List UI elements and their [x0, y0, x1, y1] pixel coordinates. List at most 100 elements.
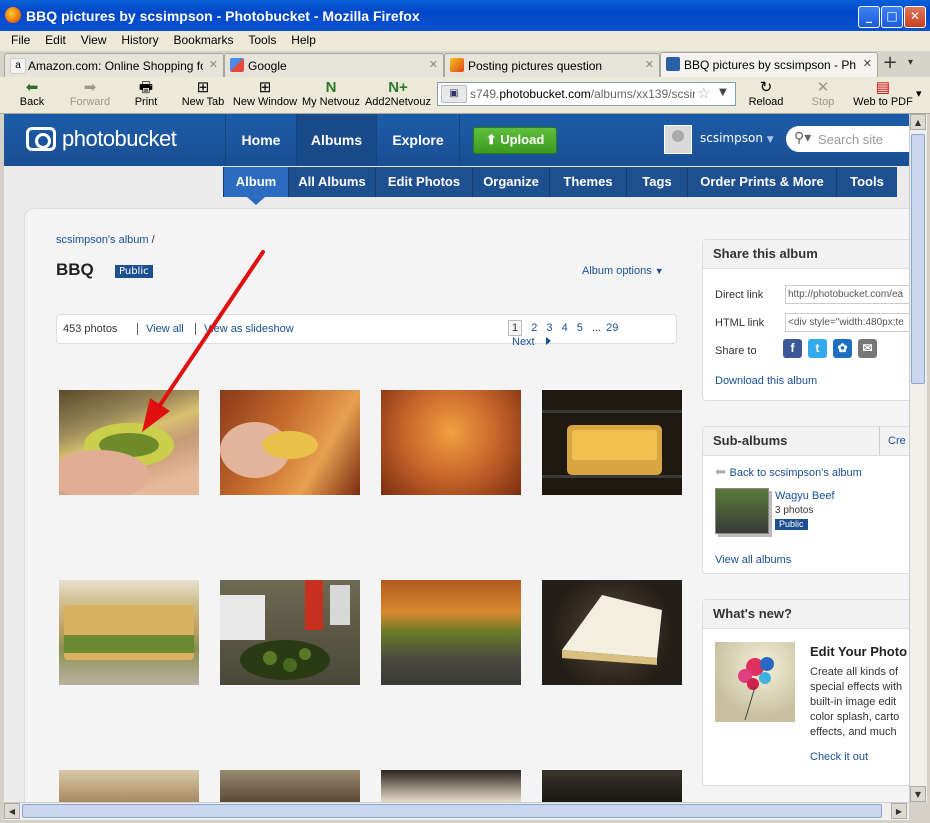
create-subalbum-link[interactable]: Cre — [879, 427, 906, 455]
view-all-albums-link[interactable]: View all albums — [715, 554, 791, 566]
tab-close-icon[interactable]: ✕ — [645, 58, 654, 71]
tab-close-icon[interactable]: ✕ — [209, 58, 218, 71]
menu-tools[interactable]: Tools — [248, 33, 276, 47]
subnav-organize[interactable]: Organize — [472, 167, 549, 197]
tab-list-chevron-icon[interactable]: ▾ — [908, 57, 913, 68]
whats-new-box: What's new? Edit Your Photo Create all k… — [702, 599, 909, 786]
vertical-scrollbar[interactable]: ▲ ▼ — [909, 114, 927, 802]
scroll-down-arrow-icon[interactable]: ▼ — [910, 786, 926, 802]
tab-photobucket[interactable]: BBQ pictures by scsimpson - Photo... ✕ — [660, 52, 878, 78]
subnav-edit-photos[interactable]: Edit Photos — [375, 167, 472, 197]
tab-amazon[interactable]: a Amazon.com: Online Shopping for ... ✕ — [4, 53, 224, 77]
tab-google[interactable]: Google ✕ — [224, 53, 444, 77]
bookmark-star-icon[interactable]: ☆ — [697, 84, 710, 102]
user-menu[interactable]: scsimpson ▼ — [700, 131, 774, 145]
check-it-out-link[interactable]: Check it out — [810, 751, 868, 763]
photo-thumbnail[interactable] — [220, 770, 360, 802]
photo-thumbnail[interactable] — [542, 390, 682, 495]
twitter-icon[interactable]: t — [808, 339, 827, 358]
facebook-icon[interactable]: f — [783, 339, 802, 358]
site-identity-icon[interactable]: ▣ — [441, 85, 467, 103]
photo-thumbnail[interactable] — [59, 770, 199, 802]
photo-thumbnail[interactable] — [542, 580, 682, 685]
nav-explore[interactable]: Explore — [376, 114, 460, 166]
my-netvouz-button[interactable]: N My Netvouz — [300, 79, 362, 108]
back-to-album-link[interactable]: ⬅ Back to scsimpson's album — [715, 464, 862, 480]
close-button[interactable]: ✕ — [904, 6, 926, 28]
print-button[interactable]: 🖶 Print — [130, 79, 162, 108]
download-album-link[interactable]: Download this album — [715, 375, 817, 387]
subalbum-thumbnail[interactable] — [715, 488, 769, 534]
page-link[interactable]: 29 — [606, 322, 618, 334]
email-icon[interactable]: ✉ — [858, 339, 877, 358]
subnav-tools[interactable]: Tools — [836, 167, 897, 197]
stop-x-icon: ✕ — [816, 79, 830, 96]
new-tab-plus-icon[interactable]: + — [879, 53, 901, 75]
subnav-tags[interactable]: Tags — [626, 167, 687, 197]
horizontal-scrollbar[interactable]: ◀ ▶ — [4, 802, 909, 820]
url-bar[interactable]: ▣ s749.photobucket.com/albums/xx139/scsi… — [437, 82, 736, 106]
forward-button[interactable]: ➡ Forward — [66, 79, 114, 108]
scroll-left-arrow-icon[interactable]: ◀ — [4, 803, 20, 819]
chevron-down-icon: ▼ — [766, 135, 774, 145]
google-icon — [230, 58, 244, 72]
tab-close-icon[interactable]: ✕ — [863, 57, 872, 70]
whats-new-body-line: color splash, carto — [810, 711, 900, 723]
horizontal-scroll-thumb[interactable] — [22, 804, 882, 818]
nav-albums[interactable]: Albums — [296, 114, 376, 166]
myspace-icon[interactable]: ✿ — [833, 339, 852, 358]
web-to-pdf-button[interactable]: ▤ Web to PDF — [852, 79, 914, 108]
photo-thumbnail[interactable] — [59, 580, 199, 685]
subalbum-link[interactable]: Wagyu Beef — [775, 490, 835, 502]
stop-button[interactable]: ✕ Stop — [808, 79, 838, 108]
photo-thumbnail[interactable] — [381, 580, 521, 685]
menu-view[interactable]: View — [81, 33, 107, 47]
netvouz-icon: N — [325, 79, 337, 96]
photo-thumbnail[interactable] — [381, 390, 521, 495]
reload-button[interactable]: ↻ Reload — [748, 79, 784, 108]
new-tab-button[interactable]: ⊞ New Tab — [180, 79, 226, 108]
photo-thumbnail[interactable] — [542, 770, 682, 802]
next-arrow-icon — [545, 337, 551, 345]
subnav-themes[interactable]: Themes — [549, 167, 626, 197]
next-page-link[interactable]: Next — [512, 336, 551, 348]
maximize-button[interactable]: □ — [881, 6, 903, 28]
html-link-field[interactable]: <div style="width:480px;te — [785, 313, 909, 332]
photo-thumbnail[interactable] — [220, 580, 360, 685]
upload-button[interactable]: ⬆ Upload — [473, 127, 557, 154]
whats-new-body-line: effects, and much — [810, 726, 897, 738]
menu-history[interactable]: History — [121, 33, 158, 47]
minimize-button[interactable]: _ — [858, 6, 880, 28]
album-options-menu[interactable]: Album options ▼ — [582, 265, 664, 277]
menu-edit[interactable]: Edit — [45, 33, 66, 47]
subnav-order-prints[interactable]: Order Prints & More — [687, 167, 836, 197]
scroll-up-arrow-icon[interactable]: ▲ — [910, 114, 926, 130]
tab-posting[interactable]: Posting pictures question ✕ — [444, 53, 660, 77]
menu-bookmarks[interactable]: Bookmarks — [173, 33, 233, 47]
page-link[interactable]: 2 — [531, 322, 537, 334]
scroll-right-arrow-icon[interactable]: ▶ — [891, 803, 907, 819]
toolbar-overflow-icon[interactable]: ▾ — [916, 87, 922, 100]
sub-albums-header: Sub-albums Cre — [703, 427, 909, 456]
window-title-bar[interactable]: BBQ pictures by scsimpson - Photobucket … — [0, 0, 930, 31]
page-link[interactable]: 3 — [546, 322, 552, 334]
avatar[interactable] — [664, 125, 692, 154]
reload-icon: ↻ — [759, 79, 773, 96]
new-window-button[interactable]: ⊞ New Window — [232, 79, 298, 108]
add2netvouz-button[interactable]: N+ Add2Netvouz — [364, 79, 432, 108]
back-button[interactable]: ⬅ Back — [12, 79, 52, 108]
menu-help[interactable]: Help — [291, 33, 316, 47]
search-input[interactable]: ⚲▾ Search site — [786, 126, 909, 152]
vertical-scroll-thumb[interactable] — [911, 134, 925, 384]
url-dropdown-icon[interactable]: ▼ — [719, 87, 727, 98]
menu-file[interactable]: File — [11, 33, 30, 47]
tab-close-icon[interactable]: ✕ — [429, 58, 438, 71]
direct-link-field[interactable]: http://photobucket.com/ea — [785, 285, 909, 304]
url-text[interactable]: s749.photobucket.com/albums/xx139/scsimp… — [470, 87, 695, 101]
tab-label: Amazon.com: Online Shopping for ... — [28, 59, 203, 73]
page-link[interactable]: 5 — [577, 322, 583, 334]
amazon-icon: a — [10, 58, 26, 74]
photo-thumbnail[interactable] — [381, 770, 521, 802]
page-link[interactable]: 4 — [562, 322, 568, 334]
photo-image — [64, 605, 194, 660]
